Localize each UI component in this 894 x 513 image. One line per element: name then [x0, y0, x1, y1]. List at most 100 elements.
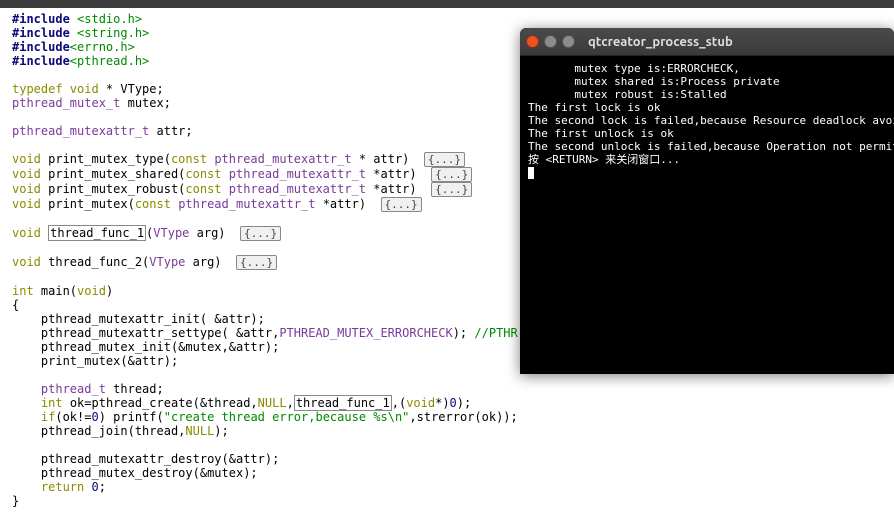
comment: //PTHR [474, 326, 517, 340]
null: NULL [185, 424, 214, 438]
keyword: void [406, 396, 435, 410]
keyword: void [12, 255, 41, 269]
keyword: return [41, 480, 92, 494]
header: <errno.h> [70, 40, 135, 54]
keyword: int [41, 396, 63, 410]
keyword: void [12, 182, 41, 196]
preproc: #include [12, 54, 70, 68]
code-text: { [12, 298, 19, 312]
code-text: } [12, 494, 19, 508]
header: <stdio.h> [77, 12, 142, 26]
minimize-icon[interactable] [544, 35, 557, 48]
fold-marker[interactable]: {...} [431, 182, 472, 197]
code-text: ) printf( [99, 410, 164, 424]
code-text: print_mutex_type( [41, 152, 171, 166]
code-text [12, 396, 41, 410]
null: NULL [258, 396, 287, 410]
code-text: * attr) [352, 152, 424, 166]
code-text: main( [34, 284, 77, 298]
code-text [12, 382, 41, 396]
term-line: The second unlock is failed,because Oper… [528, 140, 894, 153]
code-text: ,( [392, 396, 406, 410]
term-line: The second lock is failed,because Resour… [528, 114, 894, 127]
term-line: mutex shared is:Process private [528, 75, 780, 88]
code-text: pthread_mutexattr_destroy(&attr); [12, 452, 279, 466]
number: 0 [91, 480, 98, 494]
code-text: pthread_join(thread, [12, 424, 185, 438]
keyword: int [12, 284, 34, 298]
keyword: void [12, 226, 48, 240]
code-text: *attr) [366, 167, 431, 181]
string: "create thread error,because %s\n" [164, 410, 410, 424]
code-text: print_mutex(&attr); [12, 354, 178, 368]
keyword: typedef [12, 82, 70, 96]
number: 0 [91, 410, 98, 424]
code-text: pthread_mutex_init(&mutex,&attr); [12, 340, 279, 354]
code-text: thread_func_2( [41, 255, 149, 269]
fold-marker[interactable]: {...} [381, 197, 422, 212]
code-text: *attr) [366, 182, 431, 196]
symbol-highlight[interactable]: thread_func_1 [294, 395, 392, 411]
code-text: * VType; [99, 82, 164, 96]
code-text: ); [214, 424, 228, 438]
code-text: *attr) [315, 197, 380, 211]
fold-marker[interactable]: {...} [424, 152, 465, 167]
code-text: thread; [106, 382, 164, 396]
type: pthread_mutexattr_t [214, 152, 351, 166]
term-line: The first lock is ok [528, 101, 660, 114]
ide-titlebar [0, 0, 894, 8]
fold-marker[interactable]: {...} [431, 167, 472, 182]
type: VType [149, 255, 185, 269]
keyword: void [70, 82, 99, 96]
code-text: pthread_mutex_destroy(&mutex); [12, 466, 258, 480]
term-line: mutex robust is:Stalled [528, 88, 727, 101]
type: pthread_mutexattr_t [229, 182, 366, 196]
term-line: The first unlock is ok [528, 127, 674, 140]
keyword: void [12, 197, 41, 211]
keyword: const [185, 167, 228, 181]
type: pthread_mutexattr_t [229, 167, 366, 181]
code-text: arg) [185, 255, 236, 269]
keyword: if [41, 410, 55, 424]
term-line: 按 <RETURN> 来关闭窗口... [528, 153, 680, 166]
terminal-window[interactable]: qtcreator_process_stub mutex type is:ERR… [520, 28, 894, 374]
keyword: const [171, 152, 214, 166]
terminal-titlebar[interactable]: qtcreator_process_stub [520, 28, 894, 56]
code-text: ); [453, 326, 475, 340]
code-text: ,strerror(ok)); [409, 410, 517, 424]
code-text: arg) [189, 226, 240, 240]
code-text: ok=pthread_create(&thread, [63, 396, 258, 410]
code-text: print_mutex_robust( [41, 182, 186, 196]
code-text: mutex; [120, 96, 171, 110]
code-text: *) [435, 396, 449, 410]
fold-marker[interactable]: {...} [236, 255, 277, 270]
terminal-body[interactable]: mutex type is:ERRORCHECK, mutex shared i… [520, 56, 894, 185]
keyword: const [135, 197, 178, 211]
code-text: pthread_mutexattr_init( &attr); [12, 312, 265, 326]
code-text: ); [457, 396, 471, 410]
number: 0 [450, 396, 457, 410]
term-line: mutex type is:ERRORCHECK, [528, 62, 740, 75]
terminal-cursor [528, 167, 534, 179]
type: pthread_t [41, 382, 106, 396]
symbol-highlight[interactable]: thread_func_1 [48, 225, 146, 241]
code-text: ; [99, 480, 106, 494]
preproc: #include [12, 26, 77, 40]
header: <pthread.h> [70, 54, 149, 68]
keyword: void [12, 167, 41, 181]
preproc: #include [12, 12, 77, 26]
code-text: print_mutex( [41, 197, 135, 211]
type: pthread_mutex_t [12, 96, 120, 110]
keyword: void [77, 284, 106, 298]
terminal-title: qtcreator_process_stub [588, 35, 733, 49]
code-text: , [287, 396, 294, 410]
fold-marker[interactable]: {...} [240, 226, 281, 241]
type: pthread_mutexattr_t [178, 197, 315, 211]
close-icon[interactable] [526, 35, 539, 48]
code-text: attr; [149, 124, 192, 138]
maximize-icon[interactable] [562, 35, 575, 48]
code-text: print_mutex_shared( [41, 167, 186, 181]
code-text [12, 410, 41, 424]
code-text: (ok!= [55, 410, 91, 424]
keyword: void [12, 152, 41, 166]
